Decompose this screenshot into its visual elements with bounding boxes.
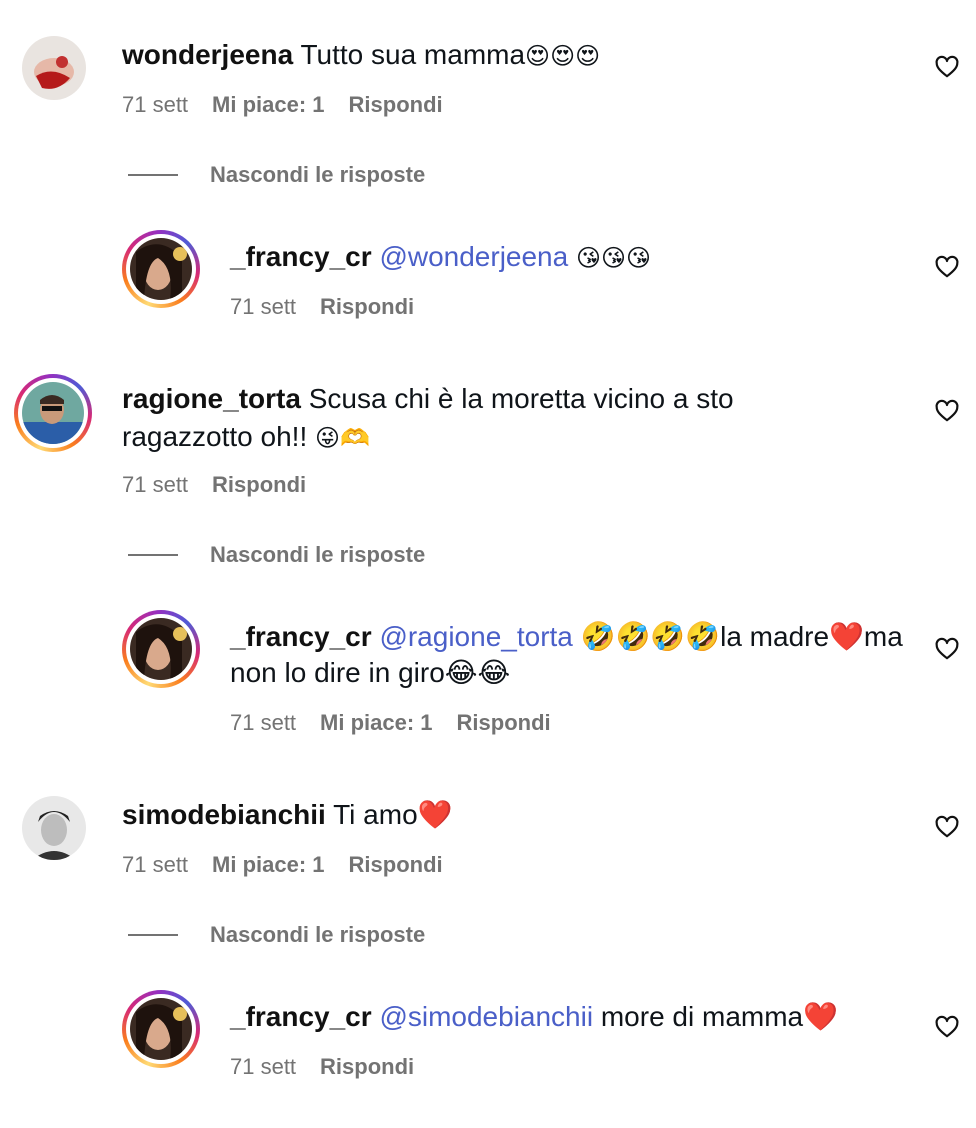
hide-replies-toggle[interactable]: Nascondi le risposte: [128, 162, 425, 188]
heart-icon[interactable]: [934, 814, 960, 840]
reply-line-2: non lo dire in giro😂😂: [230, 654, 510, 692]
comment-emoji: ❤️: [417, 798, 453, 831]
avatar-image: [130, 618, 192, 680]
username[interactable]: _francy_cr: [230, 621, 372, 652]
comment-meta: 71 sett Mi piace: 1 Rispondi: [122, 92, 443, 118]
comment-text: Ti amo: [333, 799, 418, 830]
reply-line: _francy_cr @simodebianchii more di mamma…: [230, 998, 838, 1036]
timestamp[interactable]: 71 sett: [122, 472, 188, 498]
heart-icon[interactable]: [934, 398, 960, 424]
username[interactable]: _francy_cr: [230, 241, 372, 272]
comment-emoji: 😍😍😍: [525, 42, 601, 70]
reply-text: 🤣🤣🤣🤣la madre❤️ma: [580, 621, 903, 652]
comment-line: wonderjeena Tutto sua mamma😍😍😍: [122, 36, 600, 75]
reply-emoji: 😘😘😘: [576, 244, 652, 272]
comment-meta: 71 sett Mi piace: 1 Rispondi: [122, 852, 443, 878]
comment-text-2: ragazzotto oh!!: [122, 421, 308, 452]
heart-icon[interactable]: [934, 636, 960, 662]
likes-count[interactable]: Mi piace: 1: [212, 92, 324, 118]
hide-replies-toggle[interactable]: Nascondi le risposte: [128, 542, 425, 568]
avatar-image: [22, 796, 86, 860]
avatar-image: [130, 998, 192, 1060]
reply-line: _francy_cr @ragione_torta 🤣🤣🤣🤣la madre❤️…: [230, 618, 903, 656]
comment-line: simodebianchii Ti amo❤️: [122, 796, 453, 834]
mention-link[interactable]: @wonderjeena: [379, 241, 568, 272]
mention-link[interactable]: @simodebianchii: [379, 1001, 593, 1032]
reply-meta: 71 sett Rispondi: [230, 1054, 414, 1080]
reply-button[interactable]: Rispondi: [349, 852, 443, 878]
heart-icon[interactable]: [934, 1014, 960, 1040]
avatar-image: [130, 238, 192, 300]
timestamp[interactable]: 71 sett: [230, 710, 296, 736]
comment-emoji: 😜🫶: [315, 424, 370, 452]
comment-text: Scusa chi è la moretta vicino a sto: [308, 383, 734, 414]
avatar-image: [22, 382, 84, 444]
likes-count[interactable]: Mi piace: 1: [320, 710, 432, 736]
avatar-francy-cr[interactable]: [122, 230, 200, 308]
reply-button[interactable]: Rispondi: [457, 710, 551, 736]
avatar-simodebianchii[interactable]: [22, 796, 86, 860]
reply-button[interactable]: Rispondi: [349, 92, 443, 118]
username[interactable]: _francy_cr: [230, 1001, 372, 1032]
reply-meta: 71 sett Mi piace: 1 Rispondi: [230, 710, 551, 736]
username[interactable]: simodebianchii: [122, 799, 326, 830]
reply-button[interactable]: Rispondi: [212, 472, 306, 498]
timestamp[interactable]: 71 sett: [122, 92, 188, 118]
comment-meta: 71 sett Rispondi: [122, 472, 306, 498]
hide-replies-label: Nascondi le risposte: [210, 542, 426, 567]
avatar-francy-cr[interactable]: [122, 610, 200, 688]
timestamp[interactable]: 71 sett: [122, 852, 188, 878]
reply-emoji: ❤️: [803, 1000, 838, 1033]
avatar-francy-cr[interactable]: [122, 990, 200, 1068]
heart-icon[interactable]: [934, 54, 960, 80]
avatar-ragione-torta[interactable]: [14, 374, 92, 452]
avatar-wonderjeena[interactable]: [22, 36, 86, 100]
divider: [128, 934, 178, 936]
likes-count[interactable]: Mi piace: 1: [212, 852, 324, 878]
hide-replies-label: Nascondi le risposte: [210, 162, 426, 187]
reply-line: _francy_cr @wonderjeena 😘😘😘: [230, 238, 651, 277]
comment-line-2: ragazzotto oh!! 😜🫶: [122, 418, 370, 457]
reply-text-2: non lo dire in giro😂😂: [230, 657, 511, 688]
mention-link[interactable]: @ragione_torta: [379, 621, 572, 652]
reply-text: more di mamma: [600, 1001, 804, 1032]
username[interactable]: wonderjeena: [122, 39, 293, 70]
reply-button[interactable]: Rispondi: [320, 294, 414, 320]
divider: [128, 174, 178, 176]
hide-replies-label: Nascondi le risposte: [210, 922, 426, 947]
reply-meta: 71 sett Rispondi: [230, 294, 414, 320]
reply-button[interactable]: Rispondi: [320, 1054, 414, 1080]
hide-replies-toggle[interactable]: Nascondi le risposte: [128, 922, 425, 948]
comment-text: Tutto sua mamma: [300, 39, 526, 70]
timestamp[interactable]: 71 sett: [230, 1054, 296, 1080]
divider: [128, 554, 178, 556]
username[interactable]: ragione_torta: [122, 383, 301, 414]
timestamp[interactable]: 71 sett: [230, 294, 296, 320]
avatar-image: [22, 36, 86, 100]
heart-icon[interactable]: [934, 254, 960, 280]
comment-line: ragione_torta Scusa chi è la moretta vic…: [122, 380, 734, 418]
